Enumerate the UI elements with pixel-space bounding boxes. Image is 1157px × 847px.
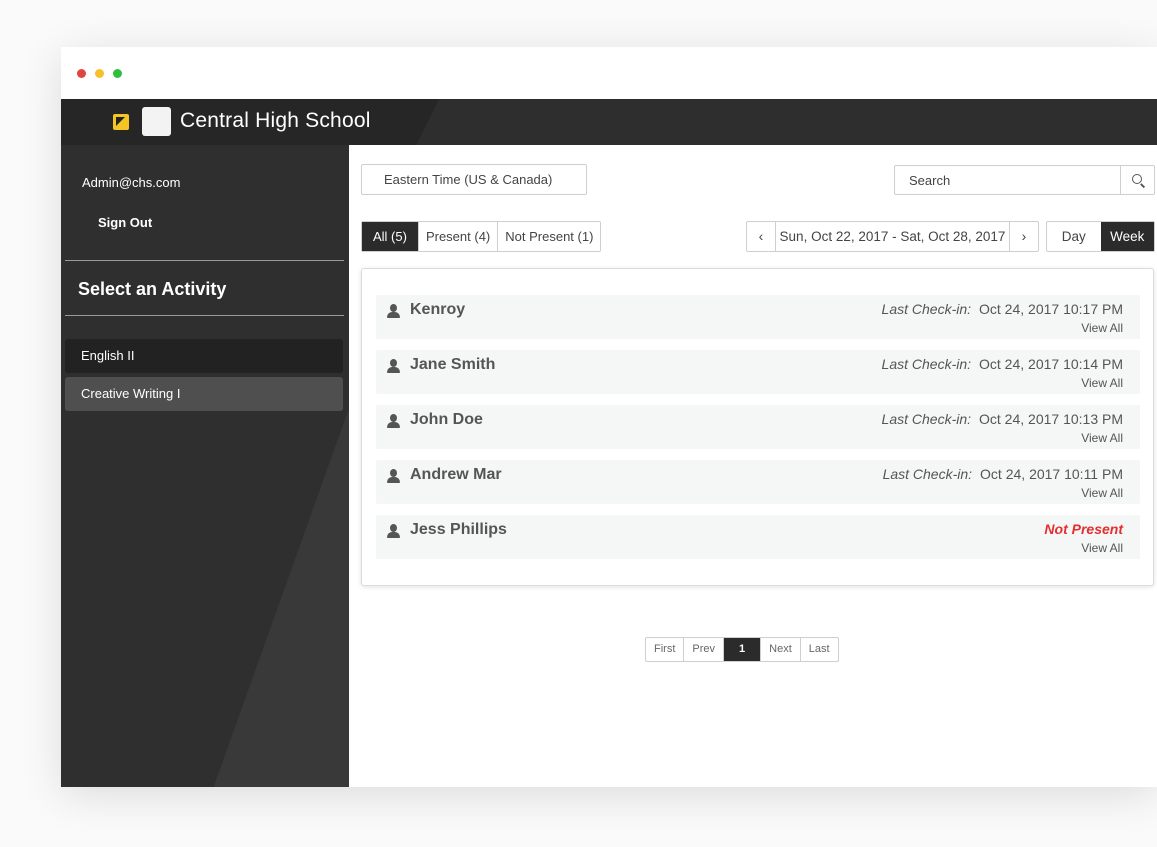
person-icon xyxy=(386,359,401,373)
page-last-button[interactable]: Last xyxy=(799,638,838,661)
sidebar-divider xyxy=(65,260,344,261)
activity-heading: Select an Activity xyxy=(78,279,227,299)
filter-all[interactable]: All (5) xyxy=(362,222,418,251)
timezone-select[interactable]: Eastern Time (US & Canada) xyxy=(361,164,587,195)
filter-not-present[interactable]: Not Present (1) xyxy=(497,222,600,251)
last-check-in: Last Check-in: Oct 24, 2017 10:17 PM xyxy=(882,301,1123,317)
not-present-status: Not Present xyxy=(1044,521,1123,537)
search-icon-handle xyxy=(1140,183,1146,188)
person-icon xyxy=(386,469,401,483)
last-check-in-value: Oct 24, 2017 10:17 PM xyxy=(979,301,1123,317)
maximize-window-button[interactable] xyxy=(113,69,122,78)
person-icon xyxy=(386,414,401,428)
page-prev-button[interactable]: Prev xyxy=(683,638,723,661)
view-week-button[interactable]: Week xyxy=(1100,222,1154,251)
last-check-in: Last Check-in: Oct 24, 2017 10:14 PM xyxy=(882,356,1123,372)
app-header: Central High School xyxy=(61,99,1157,145)
sign-out-link[interactable]: Sign Out xyxy=(98,215,152,230)
last-check-in-value: Oct 24, 2017 10:13 PM xyxy=(979,411,1123,427)
page-current-button[interactable]: 1 xyxy=(723,638,761,661)
last-check-in-label: Last Check-in: xyxy=(881,411,972,427)
school-name: Central High School xyxy=(180,109,371,132)
view-day-button[interactable]: Day xyxy=(1047,222,1101,251)
person-icon xyxy=(386,304,401,318)
attendance-filter-group: All (5) Present (4) Not Present (1) xyxy=(361,221,602,252)
school-logo-placeholder xyxy=(142,107,171,136)
activity-item-english-ii[interactable]: English II xyxy=(65,339,343,373)
view-all-link[interactable]: View All xyxy=(1081,541,1123,555)
attendance-row: Kenroy Last Check-in: Oct 24, 2017 10:17 … xyxy=(376,295,1140,339)
student-name: Jane Smith xyxy=(410,356,496,373)
view-all-link[interactable]: View All xyxy=(1081,376,1123,390)
last-check-in: Last Check-in: Oct 24, 2017 10:13 PM xyxy=(882,411,1123,427)
search-input[interactable] xyxy=(895,166,1121,194)
attendance-row: Andrew Mar Last Check-in: Oct 24, 2017 10… xyxy=(376,460,1140,504)
sidebar-divider xyxy=(65,315,344,316)
browser-window: Central High School Admin@chs.com Sign O… xyxy=(61,47,1157,787)
search-box xyxy=(894,165,1155,195)
user-email: Admin@chs.com xyxy=(82,175,181,190)
view-all-link[interactable]: View All xyxy=(1081,486,1123,500)
view-toggle: Day Week xyxy=(1046,221,1155,252)
attendance-row: Jess Phillips Not Present View All xyxy=(376,515,1140,559)
last-check-in-value: Oct 24, 2017 10:11 PM xyxy=(980,466,1123,482)
activity-item-creative-writing-i[interactable]: Creative Writing I xyxy=(65,377,343,411)
student-name: Jess Phillips xyxy=(410,521,507,538)
date-range-navigator: ‹ Sun, Oct 22, 2017 - Sat, Oct 28, 2017 … xyxy=(746,221,1039,252)
view-all-link[interactable]: View All xyxy=(1081,321,1123,335)
page-first-button[interactable]: First xyxy=(646,638,683,661)
student-name: Kenroy xyxy=(410,301,466,318)
date-range-label: Sun, Oct 22, 2017 - Sat, Oct 28, 2017 xyxy=(779,229,1006,244)
window-titlebar xyxy=(61,47,1157,99)
last-check-in-value: Oct 24, 2017 10:14 PM xyxy=(979,356,1123,372)
last-check-in-label: Last Check-in: xyxy=(881,301,972,317)
pagination: First Prev 1 Next Last xyxy=(645,637,839,662)
person-icon xyxy=(386,524,401,538)
view-all-link[interactable]: View All xyxy=(1081,431,1123,445)
chevron-left-icon[interactable]: ‹ xyxy=(747,222,776,251)
filter-present[interactable]: Present (4) xyxy=(417,222,497,251)
last-check-in-label: Last Check-in: xyxy=(881,356,972,372)
chevron-right-icon[interactable]: › xyxy=(1009,222,1038,251)
sidebar-decor xyxy=(61,145,349,787)
student-name: John Doe xyxy=(410,411,483,428)
attendance-row: Jane Smith Last Check-in: Oct 24, 2017 10… xyxy=(376,350,1140,394)
last-check-in: Last Check-in: Oct 24, 2017 10:11 PM xyxy=(883,466,1123,482)
last-check-in-label: Last Check-in: xyxy=(882,466,973,482)
search-button[interactable] xyxy=(1120,166,1154,194)
app-logo-icon xyxy=(113,114,129,130)
sidebar: Admin@chs.com Sign Out Select an Activit… xyxy=(61,145,349,787)
student-name: Andrew Mar xyxy=(410,466,502,483)
page-next-button[interactable]: Next xyxy=(760,638,800,661)
attendance-list: Kenroy Last Check-in: Oct 24, 2017 10:17 … xyxy=(361,268,1154,586)
main-content: Eastern Time (US & Canada) All (5) Prese… xyxy=(349,145,1157,787)
minimize-window-button[interactable] xyxy=(95,69,104,78)
close-window-button[interactable] xyxy=(77,69,86,78)
attendance-row: John Doe Last Check-in: Oct 24, 2017 10:1… xyxy=(376,405,1140,449)
